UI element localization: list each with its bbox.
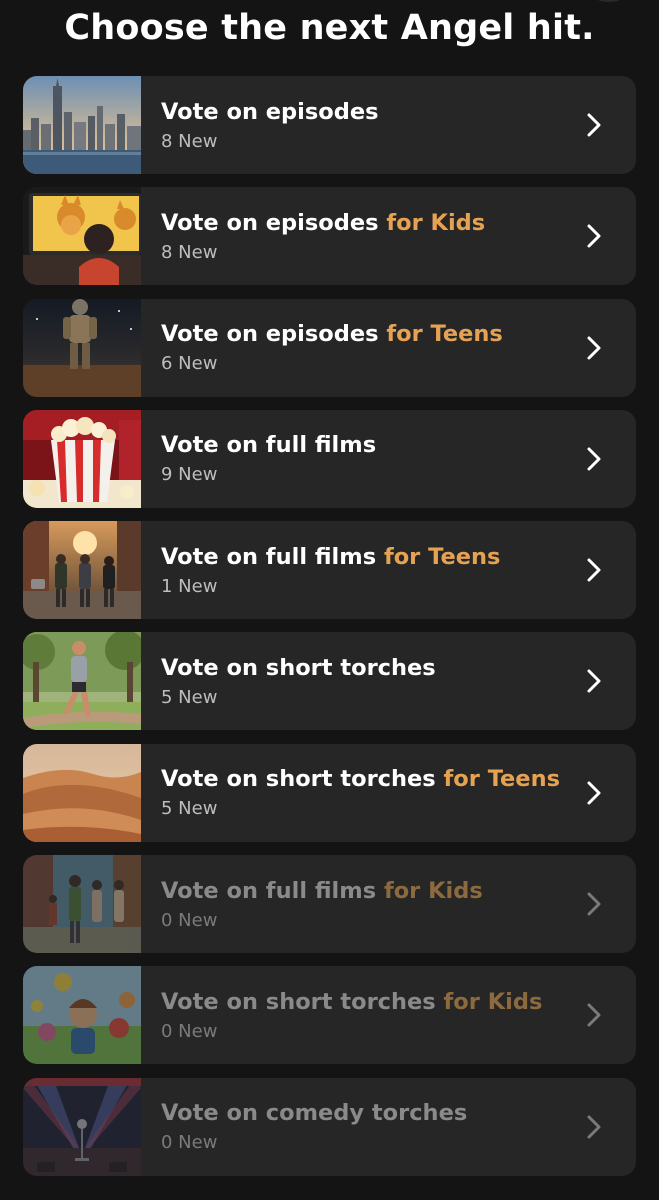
vote-card-episodes-teens[interactable]: Vote on episodes for Teens 6 New (23, 298, 636, 397)
vote-card-full-films-kids[interactable]: Vote on full films for Kids 0 New (23, 855, 636, 954)
astronaut-landscape-thumbnail (23, 298, 141, 397)
kids-watching-tv-thumbnail (23, 187, 141, 286)
vote-card-short-torches-kids[interactable]: Vote on short torches for Kids 0 New (23, 966, 636, 1065)
chevron-right-icon (574, 661, 614, 701)
new-count: 8 New (161, 130, 218, 152)
profile-avatar[interactable] (589, 0, 629, 2)
new-count: 1 New (161, 575, 218, 597)
audience-label: for Kids (386, 209, 486, 236)
vote-card-short-torches-teens[interactable]: Vote on short torches for Teens 5 New (23, 743, 636, 842)
new-count: 9 New (161, 464, 218, 486)
vote-card-full-films[interactable]: Vote on full films 9 New (23, 409, 636, 508)
card-title: Vote on full films (161, 432, 377, 459)
card-title: Vote on full films for Kids (161, 877, 483, 904)
chevron-right-icon (574, 439, 614, 479)
vote-card-episodes-kids[interactable]: Vote on episodes for Kids 8 New (23, 187, 636, 286)
new-count: 0 New (161, 1020, 218, 1042)
audience-label: for Teens (383, 543, 501, 570)
runner-in-park-thumbnail (23, 632, 141, 731)
cartoon-characters-thumbnail (23, 966, 141, 1065)
new-count: 0 New (161, 909, 218, 931)
animated-family-thumbnail (23, 855, 141, 954)
desert-dunes-thumbnail (23, 743, 141, 842)
card-title: Vote on short torches for Kids (161, 988, 543, 1015)
chevron-right-icon (574, 995, 614, 1035)
chevron-right-icon (574, 216, 614, 256)
card-title: Vote on short torches (161, 654, 436, 681)
chevron-right-icon (574, 1107, 614, 1147)
city-skyline-thumbnail (23, 76, 141, 174)
popcorn-bucket-thumbnail (23, 409, 141, 508)
page: Choose the next Angel hit. Vote on episo… (0, 0, 659, 1200)
vote-card-comedy-torches[interactable]: Vote on comedy torches 0 New (23, 1077, 636, 1176)
chevron-right-icon (574, 773, 614, 813)
new-count: 6 New (161, 353, 218, 375)
page-title: Choose the next Angel hit. (64, 8, 595, 48)
vote-card-episodes[interactable]: Vote on episodes 8 New (23, 76, 636, 174)
new-count: 5 New (161, 798, 218, 820)
card-title: Vote on episodes for Teens (161, 321, 503, 348)
chevron-right-icon (574, 328, 614, 368)
audience-label: for Kids (383, 877, 483, 904)
vote-category-list: Vote on episodes 8 New Vote on episodes … (23, 76, 636, 1189)
comedy-stage-microphone-thumbnail (23, 1077, 141, 1176)
new-count: 8 New (161, 241, 218, 263)
audience-label: for Teens (443, 766, 560, 793)
new-count: 5 New (161, 686, 218, 708)
audience-label: for Teens (386, 321, 503, 348)
teens-walking-street-thumbnail (23, 521, 141, 620)
vote-card-full-films-teens[interactable]: Vote on full films for Teens 1 New (23, 521, 636, 620)
chevron-right-icon (574, 550, 614, 590)
card-title: Vote on full films for Teens (161, 543, 501, 570)
card-title: Vote on episodes for Kids (161, 209, 486, 236)
new-count: 0 New (161, 1132, 218, 1154)
audience-label: for Kids (443, 988, 543, 1015)
chevron-right-icon (574, 105, 614, 145)
card-title: Vote on short torches for Teens (161, 766, 560, 793)
card-title: Vote on comedy torches (161, 1100, 468, 1127)
vote-card-short-torches[interactable]: Vote on short torches 5 New (23, 632, 636, 731)
chevron-right-icon (574, 884, 614, 924)
card-title: Vote on episodes (161, 98, 379, 125)
